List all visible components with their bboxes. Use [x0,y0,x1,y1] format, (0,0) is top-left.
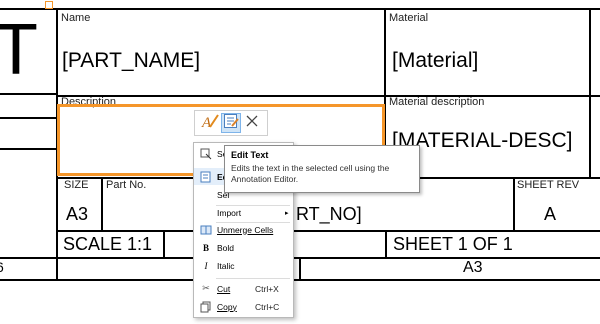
menu-label: Italic [217,260,235,271]
border-line [385,230,387,258]
border-line [299,258,301,280]
size-label: SIZE [64,179,89,191]
menu-label: Bold [217,242,235,253]
svg-text:A: A [201,115,212,130]
menu-item-import[interactable]: Import ▸ [194,204,293,221]
sheet-rev-label: SHEET REV [517,179,580,191]
name-label: Name [61,12,91,24]
scale-value[interactable]: SCALE 1:1 [63,234,152,255]
menu-item-italic[interactable]: I Italic [194,257,293,274]
menu-label: Import [217,207,242,218]
close-button[interactable] [242,113,262,133]
italic-icon: I [204,260,208,271]
menu-item-cut[interactable]: ✂ Cut Ctrl+X [194,280,293,297]
unmerge-cells-icon [198,224,214,236]
border-line [0,93,57,95]
bottom-size: A3 [463,259,483,276]
tooltip-title: Edit Text [231,150,269,160]
edit-text-icon [198,171,214,183]
menu-separator [216,278,290,279]
border-line [0,148,57,150]
text-style-button[interactable]: A [200,113,220,133]
part-no-value[interactable]: RT_NO] [296,204,362,225]
menu-item-bold[interactable]: B Bold [194,239,293,256]
edit-text-icon [223,113,239,134]
bold-icon: B [202,242,209,253]
material-value[interactable]: [Material] [392,49,478,73]
material-label: Material [389,12,429,24]
close-icon [245,114,259,133]
menu-shortcut: Ctrl+X [255,283,279,294]
border-line [589,8,591,178]
border-line [0,8,600,10]
name-value[interactable]: [PART_NAME] [62,49,200,73]
menu-label: Unmerge Cells [217,224,274,235]
sheet-value[interactable]: SHEET 1 OF 1 [393,234,513,255]
text-style-icon: A [201,112,219,135]
menu-item-unmerge-cells[interactable]: Unmerge Cells [194,221,293,238]
border-line [101,177,103,231]
edit-text-tooltip: Edit Text Edits the text in the selected… [224,145,420,193]
tooltip-body: Edits the text in the selected cell usin… [231,163,390,184]
scissors-icon: ✂ [202,283,210,293]
bottom-left-fragment: 6 [0,259,4,275]
menu-item-copy[interactable]: Copy Ctrl+C [194,298,293,315]
menu-label: Copy [217,301,237,312]
menu-shortcut: Ctrl+C [255,301,280,312]
submenu-arrow-icon: ▸ [285,209,289,217]
border-line [0,117,57,119]
copy-icon [198,301,214,313]
material-desc-label: Material description [389,96,485,108]
edit-text-button[interactable] [220,113,241,134]
border-line [163,230,165,258]
sheet-rev-value[interactable]: A [544,204,556,225]
part-no-label: Part No. [106,179,147,191]
select-icon [198,148,214,160]
border-line [57,95,600,97]
table-anchor-handle[interactable] [45,1,53,9]
size-value[interactable]: A3 [66,204,88,225]
border-line [513,177,515,231]
menu-label: Cut [217,283,231,294]
mini-toolbar: A [194,110,268,136]
border-line [57,230,600,232]
corner-glyph: T [0,10,38,90]
